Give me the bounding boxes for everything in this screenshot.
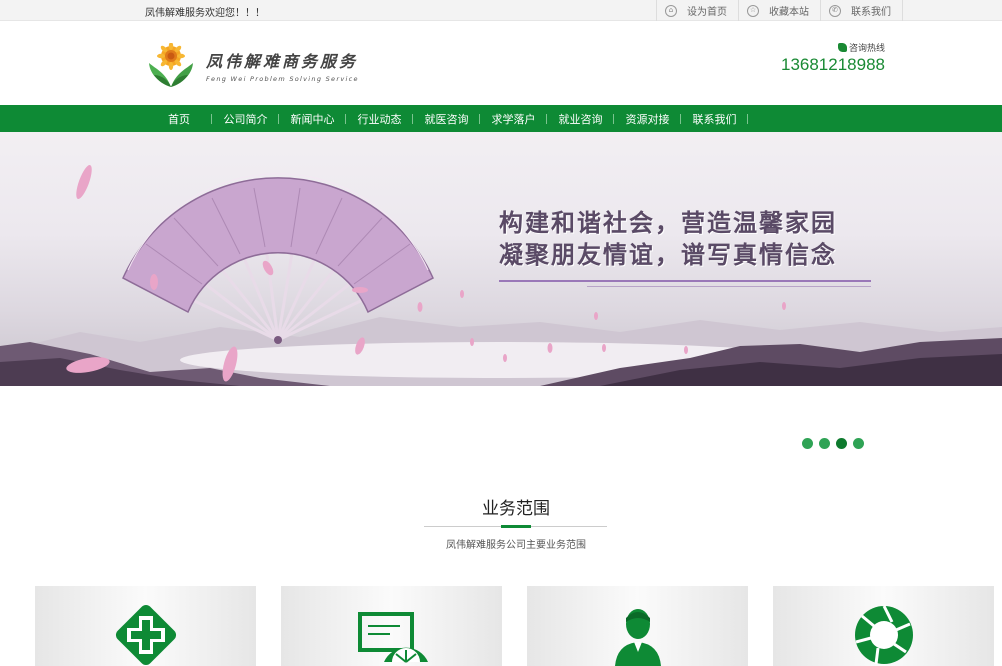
logo-flower-icon <box>149 43 193 87</box>
home-icon: ⌂ <box>665 4 677 17</box>
banner-slogan: 构建和谐社会，营造温馨家园 凝聚朋友情谊，谱写真情信念 <box>499 207 871 287</box>
nav-link-education[interactable]: 求学落户 <box>480 111 547 127</box>
contact-us-label: 联系我们 <box>851 7 891 18</box>
welcome-text: 凤伟解难服务欢迎您！！！ <box>145 8 265 19</box>
nav-link-industry[interactable]: 行业动态 <box>346 111 413 127</box>
nav-item-employment[interactable]: 就业咨询 <box>547 105 614 132</box>
nav-item-education[interactable]: 求学落户 <box>480 105 547 132</box>
logo-chinese-name: 凤伟解难商务服务 <box>206 51 359 71</box>
top-links: ⌂ 设为首页 ☆ 收藏本站 ✆ 联系我们 <box>656 0 903 21</box>
nav-item-news[interactable]: 新闻中心 <box>279 105 346 132</box>
slide-dot-3[interactable] <box>836 438 847 449</box>
slide-dot-2[interactable] <box>819 438 830 449</box>
slide-dot-1[interactable] <box>802 438 813 449</box>
service-card-education[interactable] <box>281 586 502 666</box>
nav-item-resources[interactable]: 资源对接 <box>614 105 681 132</box>
logo[interactable]: 凤伟解难商务服务 Feng Wei Problem Solving Servic… <box>146 43 359 87</box>
top-bar: 凤伟解难服务欢迎您！！！ ⌂ 设为首页 ☆ 收藏本站 ✆ 联系我们 <box>0 0 1002 21</box>
aperture-icon <box>854 605 913 665</box>
header: 凤伟解难商务服务 Feng Wei Problem Solving Servic… <box>0 21 1002 105</box>
set-homepage-link[interactable]: ⌂ 设为首页 <box>657 0 739 21</box>
slogan-underline-secondary <box>587 286 871 287</box>
nav-link-medical[interactable]: 就医咨询 <box>413 111 480 127</box>
contact-us-link[interactable]: ✆ 联系我们 <box>821 0 903 21</box>
set-homepage-label: 设为首页 <box>687 7 727 18</box>
person-icon <box>614 609 661 666</box>
logo-english-name: Feng Wei Problem Solving Service <box>206 74 359 83</box>
bookmark-label: 收藏本站 <box>769 7 809 18</box>
hotline: 咨询热线 13681218988 <box>781 41 885 75</box>
service-card-employment[interactable] <box>527 586 748 666</box>
banner-pagination <box>802 438 870 449</box>
nav-item-contact[interactable]: 联系我们 <box>681 105 748 132</box>
slogan-underline <box>499 280 871 282</box>
nav-link-contact[interactable]: 联系我们 <box>681 111 748 127</box>
bookmark-link[interactable]: ☆ 收藏本站 <box>739 0 821 21</box>
education-fan-icon <box>357 612 428 663</box>
hero-banner[interactable]: 构建和谐社会，营造温馨家园 凝聚朋友情谊，谱写真情信念 <box>0 132 1002 386</box>
star-icon: ☆ <box>747 4 759 17</box>
service-card-resources[interactable] <box>773 586 994 666</box>
section-title: 业务范围 <box>482 499 550 519</box>
service-cards <box>35 586 1002 666</box>
phone-icon: ✆ <box>829 4 841 17</box>
nav-item-medical[interactable]: 就医咨询 <box>413 105 480 132</box>
phone-icon <box>837 43 847 52</box>
nav-item-about[interactable]: 公司简介 <box>212 105 279 132</box>
section-divider <box>424 525 607 528</box>
nav-link-news[interactable]: 新闻中心 <box>279 111 346 127</box>
main-nav: 首页 公司简介 新闻中心 行业动态 就医咨询 求学落户 就业咨询 资源对接 联系… <box>0 105 1002 132</box>
service-card-medical[interactable] <box>35 586 256 666</box>
hotline-label: 咨询热线 <box>848 44 885 54</box>
nav-link-home[interactable]: 首页 <box>146 111 212 127</box>
nav-item-home[interactable]: 首页 <box>146 105 212 132</box>
nav-link-employment[interactable]: 就业咨询 <box>547 111 614 127</box>
slide-dot-4[interactable] <box>853 438 864 449</box>
slogan-line-1: 构建和谐社会，营造温馨家园 <box>499 209 837 237</box>
section-subtitle: 凤伟解难服务公司主要业务范围 <box>446 540 586 551</box>
nav-link-resources[interactable]: 资源对接 <box>614 111 681 127</box>
hotline-number: 13681218988 <box>780 55 885 74</box>
nav-link-about[interactable]: 公司简介 <box>212 111 279 127</box>
medical-cross-icon <box>115 604 176 666</box>
nav-item-industry[interactable]: 行业动态 <box>346 105 413 132</box>
slogan-line-2: 凝聚朋友情谊，谱写真情信念 <box>499 241 837 269</box>
